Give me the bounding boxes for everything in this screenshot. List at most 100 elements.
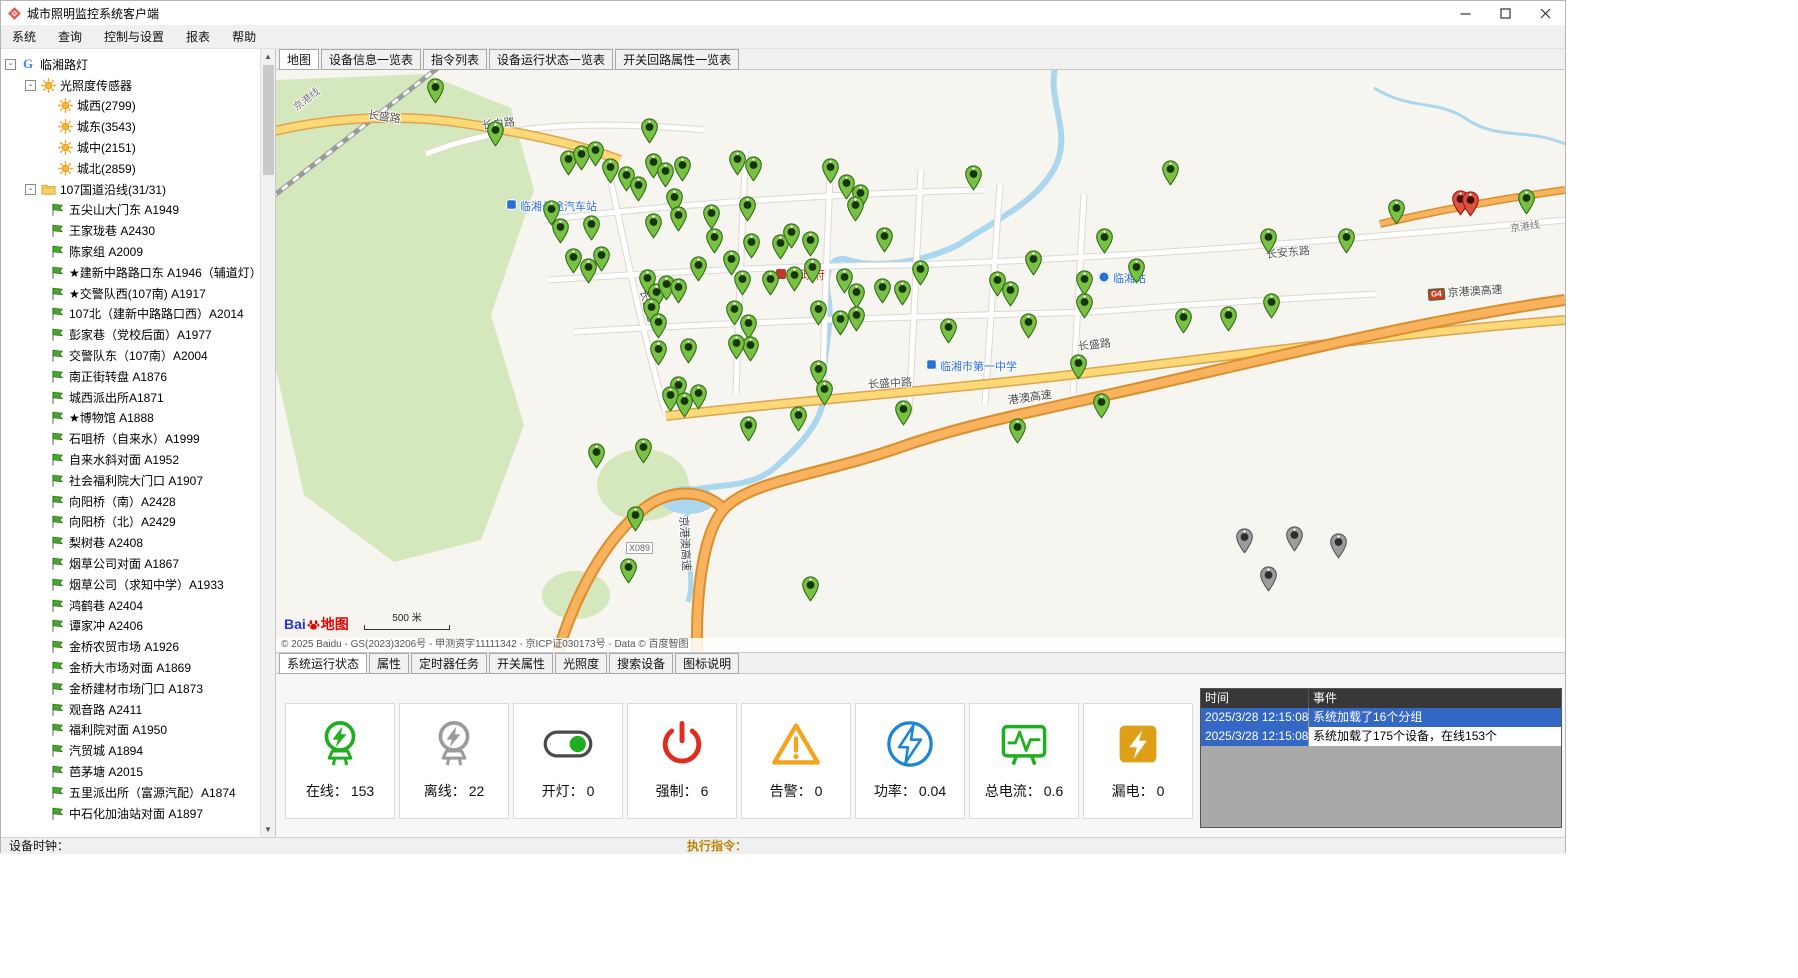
bottom-tab-4[interactable]: 光照度 (555, 653, 607, 674)
map-pin-green[interactable] (1338, 228, 1355, 254)
tree-item[interactable]: 交警队东（107南）A2004 (1, 345, 275, 366)
tree-group-1[interactable]: -107国道沿线(31/31) (1, 179, 275, 200)
event-row[interactable]: 2025/3/28 12:15:08系统加载了16个分组 (1201, 708, 1561, 727)
map-pin-green[interactable] (690, 384, 707, 410)
map-pin-green[interactable] (762, 270, 779, 296)
menu-item-0[interactable]: 系统 (1, 25, 47, 49)
map-pin-green[interactable] (588, 443, 605, 469)
map-pin-green[interactable] (706, 228, 723, 254)
map-pin-green[interactable] (739, 196, 756, 222)
tree-item[interactable]: 梨树巷 A2408 (1, 532, 275, 553)
tree-collapse-icon[interactable]: - (25, 80, 36, 91)
tree-collapse-icon[interactable]: - (25, 184, 36, 195)
map-pin-green[interactable] (602, 158, 619, 184)
map-pin-green[interactable] (743, 233, 760, 259)
tree-item[interactable]: 观音路 A2411 (1, 699, 275, 720)
scroll-up-icon[interactable]: ▲ (261, 49, 275, 64)
map-pin-green[interactable] (804, 258, 821, 284)
map-pin-green[interactable] (1025, 250, 1042, 276)
map-pin-green[interactable] (816, 380, 833, 406)
map-pin-green[interactable] (635, 438, 652, 464)
event-row[interactable]: 2025/3/28 12:15:08系统加载了175个设备，在线153个 (1201, 727, 1561, 746)
map-pin-green[interactable] (802, 576, 819, 602)
tree-item[interactable]: 谭家冲 A2406 (1, 616, 275, 637)
tree-item[interactable]: 彭家巷（党校后面）A1977 (1, 324, 275, 345)
map-pin-green[interactable] (627, 506, 644, 532)
map-pin-green[interactable] (965, 165, 982, 191)
minimize-button[interactable] (1445, 1, 1485, 25)
map-pin-green[interactable] (1518, 189, 1535, 215)
map-pin-green[interactable] (674, 156, 691, 182)
map-pin-green[interactable] (487, 121, 504, 147)
map-pin-green[interactable] (670, 206, 687, 232)
tree-item[interactable]: 金桥建材市场门口 A1873 (1, 678, 275, 699)
menu-item-1[interactable]: 查询 (47, 25, 93, 49)
bottom-tab-0[interactable]: 系统运行状态 (279, 653, 367, 674)
map-tab-1[interactable]: 设备信息一览表 (321, 49, 421, 70)
close-button[interactable] (1525, 1, 1565, 25)
map-pin-green[interactable] (1260, 228, 1277, 254)
tree-item[interactable]: 南正街转盘 A1876 (1, 366, 275, 387)
map-tab-2[interactable]: 指令列表 (423, 49, 487, 70)
tree-item[interactable]: 城西派出所A1871 (1, 387, 275, 408)
bottom-tab-3[interactable]: 开关属性 (489, 653, 553, 674)
map-pin-green[interactable] (1220, 306, 1237, 332)
tree-item[interactable]: 向阳桥（南）A2428 (1, 491, 275, 512)
tree-item[interactable]: 金桥农贸市场 A1926 (1, 636, 275, 657)
map-pin-green[interactable] (552, 218, 569, 244)
bottom-tab-2[interactable]: 定时器任务 (411, 653, 487, 674)
map-tab-3[interactable]: 设备运行状态一览表 (489, 49, 613, 70)
map-pin-green[interactable] (650, 340, 667, 366)
map-pin-green[interactable] (1093, 393, 1110, 419)
tree-item[interactable]: 中石化加油站对面 A1897 (1, 803, 275, 824)
map-pin-green[interactable] (703, 204, 720, 230)
map-pin-green[interactable] (740, 416, 757, 442)
tree-item[interactable]: ★博物馆 A1888 (1, 408, 275, 429)
map-pin-green[interactable] (1002, 281, 1019, 307)
map-pin-green[interactable] (1128, 258, 1145, 284)
tree-item[interactable]: 石咀桥（自来水）A1999 (1, 428, 275, 449)
map-pin-green[interactable] (1070, 354, 1087, 380)
map-pin-green[interactable] (847, 196, 864, 222)
scrollbar-thumb[interactable] (263, 65, 274, 175)
map-pin-green[interactable] (1076, 293, 1093, 319)
map-tab-4[interactable]: 开关回路属性一览表 (615, 49, 739, 70)
map-pin-green[interactable] (641, 118, 658, 144)
tree-item[interactable]: 城东(3543) (1, 116, 275, 137)
map-pin-green[interactable] (1175, 308, 1192, 334)
menu-item-3[interactable]: 报表 (175, 25, 221, 49)
tree-item[interactable]: ★交警队西(107南) A1917 (1, 283, 275, 304)
bottom-tab-1[interactable]: 属性 (369, 653, 409, 674)
map-pin-green[interactable] (790, 406, 807, 432)
menu-item-2[interactable]: 控制与设置 (93, 25, 175, 49)
map-pin-green[interactable] (940, 318, 957, 344)
map-pin-green[interactable] (680, 338, 697, 364)
map-pin-green[interactable] (876, 227, 893, 253)
tree-item[interactable]: 汽贸城 A1894 (1, 740, 275, 761)
map-pin-green[interactable] (874, 278, 891, 304)
map-pin-gray[interactable] (1330, 533, 1347, 559)
map-pin-green[interactable] (690, 256, 707, 282)
tree-item[interactable]: 烟草公司（求知中学）A1933 (1, 574, 275, 595)
scroll-down-icon[interactable]: ▼ (261, 822, 275, 837)
map-pin-green[interactable] (810, 300, 827, 326)
tree-item[interactable]: 城中(2151) (1, 137, 275, 158)
tree-item[interactable]: 城西(2799) (1, 96, 275, 117)
map-pin-gray[interactable] (1260, 566, 1277, 592)
map-pin-green[interactable] (620, 558, 637, 584)
map-pin-green[interactable] (786, 266, 803, 292)
map-pin-green[interactable] (912, 260, 929, 286)
tree-root[interactable]: -G临湘路灯 (1, 54, 275, 75)
tree-item[interactable]: 五尖山大门东 A1949 (1, 200, 275, 221)
map-tab-0[interactable]: 地图 (279, 49, 319, 70)
map-pin-green[interactable] (650, 313, 667, 339)
tree-item[interactable]: 陈家组 A2009 (1, 241, 275, 262)
map-pin-green[interactable] (734, 270, 751, 296)
bottom-tab-5[interactable]: 搜索设备 (609, 653, 673, 674)
tree-item[interactable]: 107北（建新中路路口西）A2014 (1, 304, 275, 325)
map-pin-gray[interactable] (1236, 528, 1253, 554)
map-pin-green[interactable] (1388, 199, 1405, 225)
map-pin-green[interactable] (1162, 160, 1179, 186)
tree-item[interactable]: 社会福利院大门口 A1907 (1, 470, 275, 491)
tree-item[interactable]: 福利院对面 A1950 (1, 720, 275, 741)
